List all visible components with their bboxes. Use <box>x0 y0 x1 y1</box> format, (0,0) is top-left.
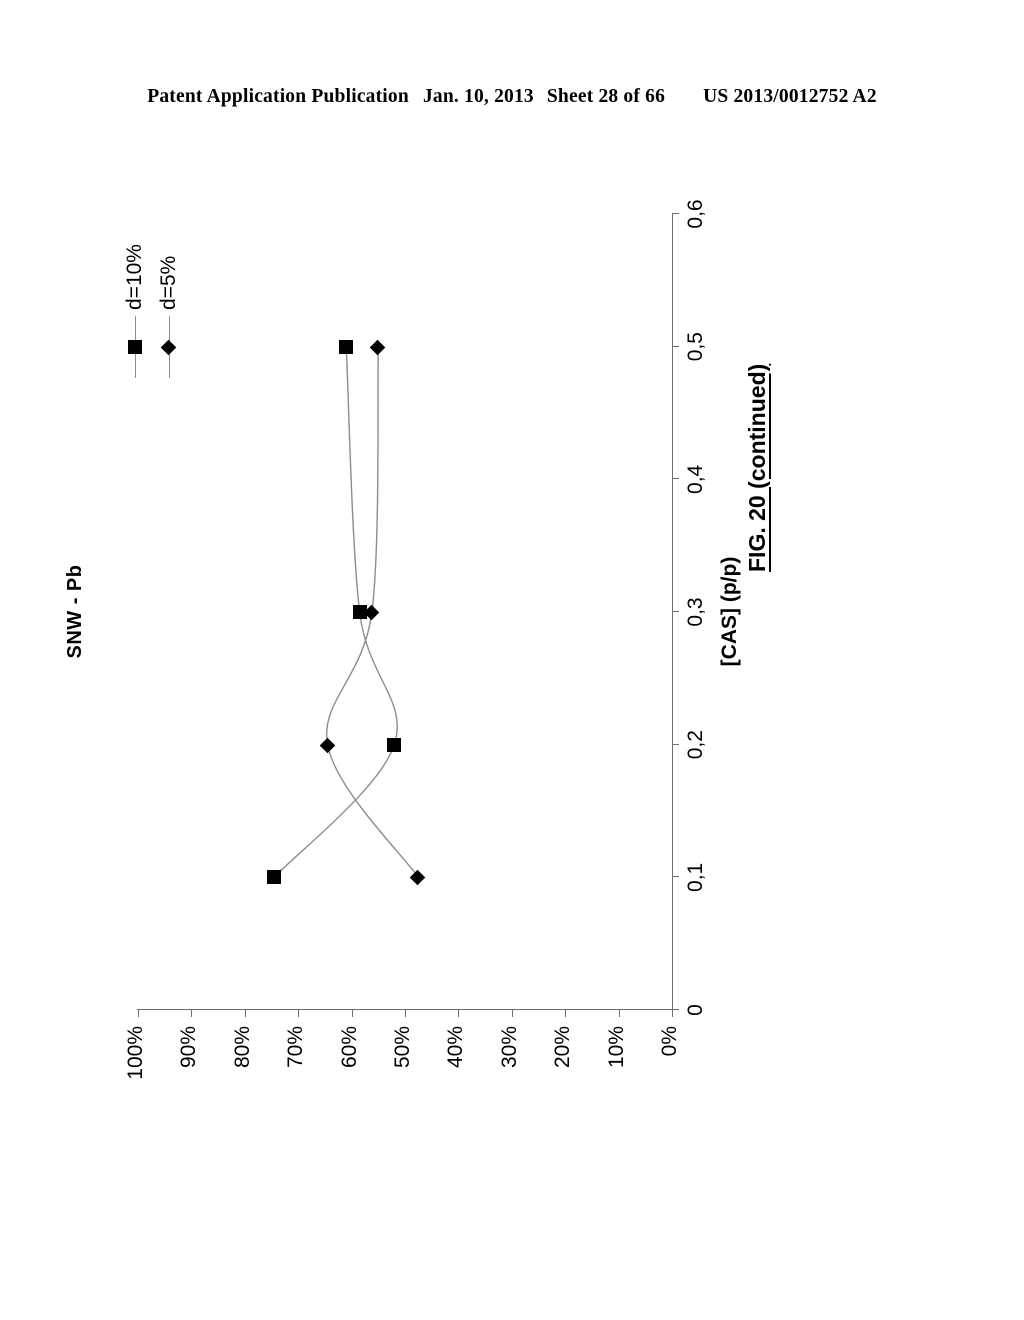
diamond-marker <box>410 870 426 886</box>
data-point <box>267 870 282 885</box>
square-marker <box>267 870 282 885</box>
legend-marker-holder <box>160 339 177 356</box>
legend-marker-holder <box>128 340 142 354</box>
data-point <box>410 870 426 886</box>
legend-item-1: d=10% <box>118 188 152 378</box>
figure-caption: FIG. 20 (continued) <box>744 363 770 572</box>
legend-label: d=10% <box>123 244 146 310</box>
diamond-marker <box>319 737 335 753</box>
legend-swatch <box>126 316 144 378</box>
x-axis-title: [CAS] (p/p) <box>718 556 741 667</box>
diamond-marker <box>370 339 386 355</box>
figure-stage: SNW - Pb 0 0,1 0,2 0,3 0,4 0,5 0,6 0% 10% 20% 30%… <box>0 0 1024 1320</box>
diamond-marker <box>363 604 380 621</box>
legend-item-2: d=5% <box>152 188 186 378</box>
legend-label: d=5% <box>157 255 180 310</box>
chart-canvas: SNW - Pb 0 0,1 0,2 0,3 0,4 0,5 0,6 0% 10% 20% 30%… <box>12 160 832 1160</box>
chart-legend: d=10% d=5% <box>118 188 186 378</box>
square-marker <box>128 340 142 354</box>
chart-rotated-container: SNW - Pb 0 0,1 0,2 0,3 0,4 0,5 0,6 0% 10% 20% 30%… <box>12 160 832 1160</box>
data-point <box>363 604 380 621</box>
data-point <box>387 737 402 752</box>
data-point <box>319 737 335 753</box>
diamond-marker <box>160 339 177 356</box>
square-marker <box>387 737 402 752</box>
data-point <box>370 339 386 355</box>
legend-swatch <box>160 316 178 378</box>
data-point <box>339 339 354 354</box>
square-marker <box>339 339 354 354</box>
